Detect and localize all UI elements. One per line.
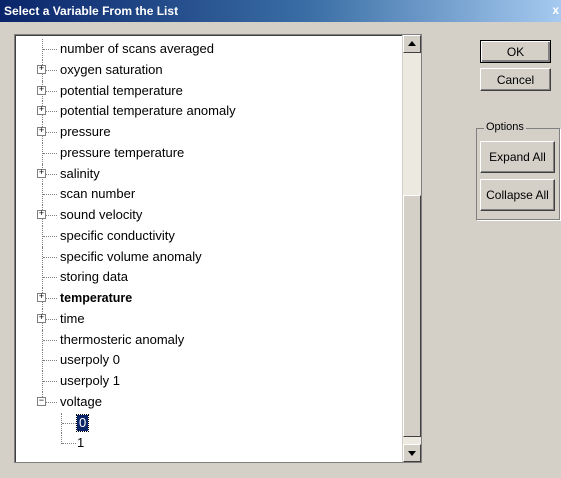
- expand-icon[interactable]: +: [37, 313, 46, 323]
- tree-item[interactable]: scan number: [15, 184, 399, 205]
- tree-item[interactable]: pressure temperature: [15, 142, 399, 164]
- tree-line: [43, 194, 57, 196]
- tree-item-label: scan number: [60, 186, 136, 202]
- cancel-button[interactable]: Cancel: [480, 68, 551, 91]
- variable-tree[interactable]: number of scans averaged + oxygen saturati…: [14, 34, 422, 463]
- expand-all-button[interactable]: Expand All: [480, 141, 555, 173]
- tree-item[interactable]: specific conductivity: [15, 225, 399, 247]
- title-bar[interactable]: Select a Variable From the List x: [0, 0, 561, 22]
- arrow-down-icon: [408, 451, 416, 456]
- tree-item[interactable]: thermosteric anomaly: [15, 329, 399, 351]
- tree-child-label: 0: [75, 413, 90, 432]
- tree-item-label: time: [60, 310, 85, 326]
- expand-icon[interactable]: +: [37, 210, 46, 219]
- tree-item[interactable]: + potential temperature anomaly: [15, 101, 399, 122]
- tree-item-label: sound velocity: [60, 207, 143, 222]
- tree-item-label: potential temperature anomaly: [60, 103, 236, 119]
- tree-line: [62, 443, 76, 445]
- options-legend: Options: [484, 121, 526, 133]
- collapse-icon[interactable]: −: [37, 396, 46, 406]
- tree-line: [43, 360, 57, 362]
- collapse-all-button[interactable]: Collapse All: [480, 179, 555, 211]
- expand-icon[interactable]: +: [37, 293, 46, 302]
- tree-line: [43, 339, 57, 341]
- tree-item-label: storing data: [60, 269, 128, 285]
- tree-item[interactable]: specific volume anomaly: [15, 246, 399, 268]
- tree-item-label: voltage: [60, 393, 102, 409]
- tree-item[interactable]: − voltage: [15, 391, 399, 413]
- tree-line: [43, 152, 57, 154]
- tree-item[interactable]: + sound velocity: [15, 205, 399, 226]
- tree-item-label: number of scans averaged: [60, 41, 214, 56]
- tree-item[interactable]: + time: [15, 308, 399, 330]
- tree-item-label: pressure temperature: [60, 144, 185, 160]
- tree-item-label: salinity: [60, 165, 100, 181]
- arrow-up-icon: [408, 41, 416, 46]
- tree-item-label: thermosteric anomaly: [60, 331, 185, 347]
- tree-line: [43, 256, 57, 258]
- tree-item-label: oxygen saturation: [60, 61, 163, 77]
- scroll-thumb[interactable]: [403, 195, 421, 437]
- expand-icon[interactable]: +: [37, 127, 46, 136]
- scroll-up-button[interactable]: [403, 35, 421, 53]
- expand-icon[interactable]: +: [37, 168, 46, 178]
- tree-item[interactable]: + temperature: [15, 288, 399, 309]
- tree-item[interactable]: userpoly 1: [15, 371, 399, 392]
- tree-item-label: userpoly 0: [60, 352, 120, 368]
- tree-child-item[interactable]: 1: [15, 433, 399, 454]
- tree-item-label: specific conductivity: [60, 227, 175, 243]
- vertical-scrollbar[interactable]: [402, 35, 421, 462]
- tree-item[interactable]: + pressure: [15, 122, 399, 143]
- expand-icon[interactable]: +: [37, 106, 46, 116]
- tree-line: [43, 49, 57, 50]
- expand-icon[interactable]: +: [37, 85, 46, 95]
- tree-item-label: potential temperature: [60, 82, 183, 98]
- window-title: Select a Variable From the List: [4, 4, 179, 18]
- tree-item-label: specific volume anomaly: [60, 248, 202, 264]
- tree-line: [62, 422, 76, 424]
- tree-item-label: temperature: [60, 291, 133, 305]
- tree-line: [43, 277, 57, 279]
- tree-rows: number of scans averaged + oxygen saturati…: [15, 39, 399, 454]
- close-icon[interactable]: x: [545, 3, 559, 18]
- tree-item[interactable]: + potential temperature: [15, 80, 399, 102]
- tree-item[interactable]: storing data: [15, 267, 399, 288]
- expand-icon[interactable]: +: [37, 64, 46, 74]
- tree-item-label: pressure: [60, 124, 111, 139]
- ok-button[interactable]: OK: [480, 40, 551, 63]
- tree-item[interactable]: userpoly 0: [15, 350, 399, 371]
- tree-child-item[interactable]: 0: [15, 412, 399, 434]
- tree-child-label: 1: [77, 435, 85, 451]
- tree-line: [43, 235, 57, 237]
- tree-item[interactable]: number of scans averaged: [15, 39, 399, 60]
- tree-item-label: userpoly 1: [60, 373, 120, 388]
- tree-item[interactable]: + oxygen saturation: [15, 59, 399, 81]
- tree-item[interactable]: + salinity: [15, 163, 399, 185]
- tree-line: [43, 381, 57, 382]
- scroll-down-button[interactable]: [403, 444, 421, 462]
